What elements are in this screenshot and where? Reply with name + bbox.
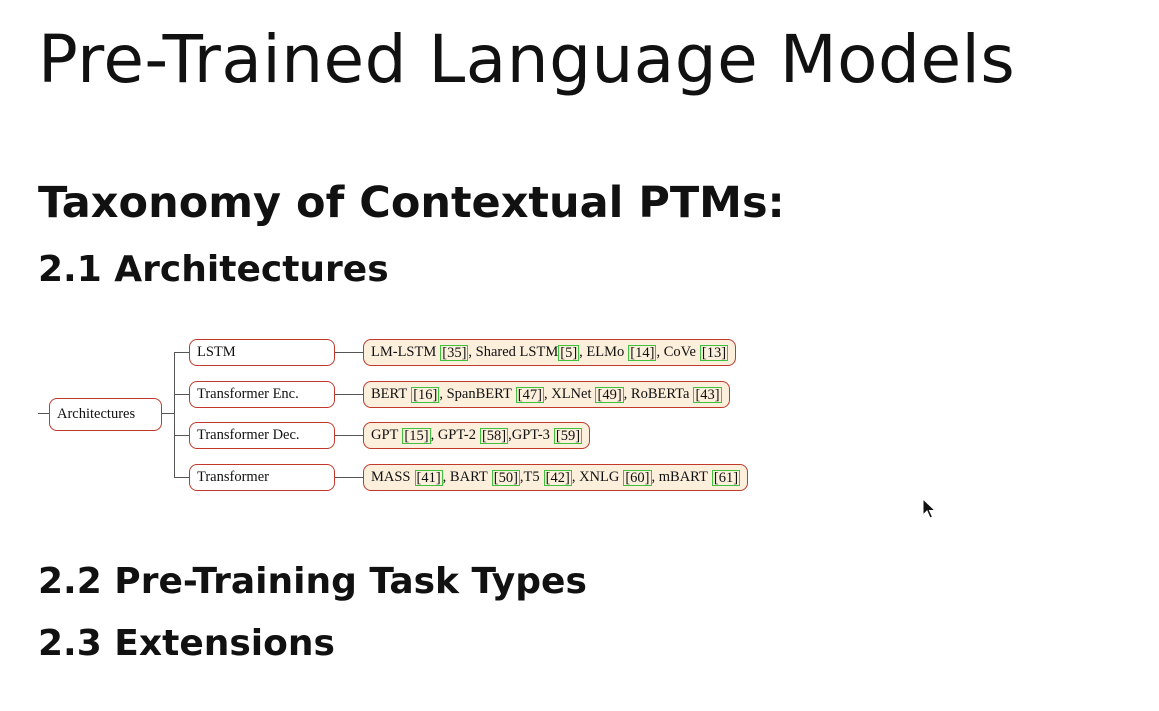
model-name: XLNet <box>551 386 592 402</box>
model-name: T5 <box>523 469 540 485</box>
citation-link[interactable]: [42] <box>543 469 572 486</box>
separator: , <box>468 344 476 360</box>
branch-edge-lstm <box>174 352 189 353</box>
model-name: Shared LSTM <box>475 344 559 360</box>
separator: , <box>430 427 438 443</box>
trunk-vertical-edge <box>174 352 175 477</box>
mouse-pointer-icon <box>922 498 937 519</box>
leaf-node-decoder-models: GPT [15], GPT-2 [58], GPT-3 [59] <box>363 422 591 449</box>
branch-node-transformer-dec: Transformer Dec. <box>189 422 335 449</box>
separator: , <box>439 386 447 402</box>
leaf-edge-encoder <box>335 394 363 395</box>
model-name: SpanBERT <box>446 386 512 402</box>
model-name: XNLG <box>579 469 620 485</box>
citation-link[interactable]: [50] <box>491 469 520 486</box>
branch-node-lstm: LSTM <box>189 339 335 366</box>
section-extensions: 2.3 Extensions <box>38 623 335 664</box>
root-node-architectures: Architectures <box>49 398 162 431</box>
leaf-edge-lstm <box>335 352 363 353</box>
leaf-edge-transformer <box>335 477 363 478</box>
taxonomy-diagram: Architectures LSTM Transformer Enc. Tran… <box>0 0 1159 711</box>
leaf-node-transformer-models: MASS [41], BART [50], T5 [42], XNLG [60], mBA… <box>363 464 749 491</box>
model-name: CoVe <box>663 344 696 360</box>
model-name: BART <box>449 469 488 485</box>
leaf-node-lstm-models: LM-LSTM [35], Shared LSTM [5], ELMo [14], C… <box>363 339 737 366</box>
citation-link[interactable]: [47] <box>515 386 544 403</box>
model-name: BERT <box>371 386 408 402</box>
branch-node-transformer-enc: Transformer Enc. <box>189 381 335 408</box>
separator: , <box>571 469 580 485</box>
slide-title: Pre-Trained Language Models <box>38 21 1016 98</box>
citation-link[interactable]: [14] <box>628 344 657 361</box>
leaf-edge-decoder <box>335 435 363 436</box>
citation-link[interactable]: [41] <box>414 469 443 486</box>
model-name: ELMo <box>586 344 625 360</box>
citation-link[interactable]: [43] <box>693 386 722 403</box>
separator: , <box>442 469 450 485</box>
branch-edge-decoder <box>174 435 189 436</box>
model-name: GPT-2 <box>437 427 476 443</box>
model-name: GPT <box>371 427 399 443</box>
separator: , <box>623 386 631 402</box>
model-name: GPT-3 <box>511 427 550 443</box>
citation-link[interactable]: [58] <box>479 427 509 444</box>
separator: , <box>579 344 587 360</box>
citation-link[interactable]: [59] <box>553 427 583 444</box>
citation-link[interactable]: [35] <box>440 344 469 361</box>
citation-link[interactable]: [16] <box>411 386 440 403</box>
model-name: RoBERTa <box>630 386 690 402</box>
branch-node-transformer: Transformer <box>189 464 335 491</box>
citation-link[interactable]: [5] <box>558 344 580 361</box>
separator: , <box>543 386 552 402</box>
citation-link[interactable]: [61] <box>711 469 741 486</box>
separator: , <box>651 469 659 485</box>
branch-edge-encoder <box>174 394 189 395</box>
model-name: mBART <box>658 469 708 485</box>
citation-link[interactable]: [49] <box>595 386 624 403</box>
citation-link[interactable]: [60] <box>623 469 652 486</box>
model-name: LM-LSTM <box>371 344 437 360</box>
slide-subtitle: Taxonomy of Contextual PTMs: <box>38 178 785 228</box>
section-architectures: 2.1 Architectures <box>38 249 389 290</box>
citation-link[interactable]: [13] <box>699 344 729 361</box>
citation-link[interactable]: [15] <box>402 427 431 444</box>
trunk-edge <box>162 413 174 414</box>
branch-edge-transformer <box>174 477 189 478</box>
section-pretraining-task-types: 2.2 Pre-Training Task Types <box>38 561 587 602</box>
model-name: MASS <box>371 469 411 485</box>
separator: , <box>656 344 664 360</box>
leaf-node-encoder-models: BERT [16], SpanBERT [47], XLNet [49], RoBER… <box>363 381 730 408</box>
